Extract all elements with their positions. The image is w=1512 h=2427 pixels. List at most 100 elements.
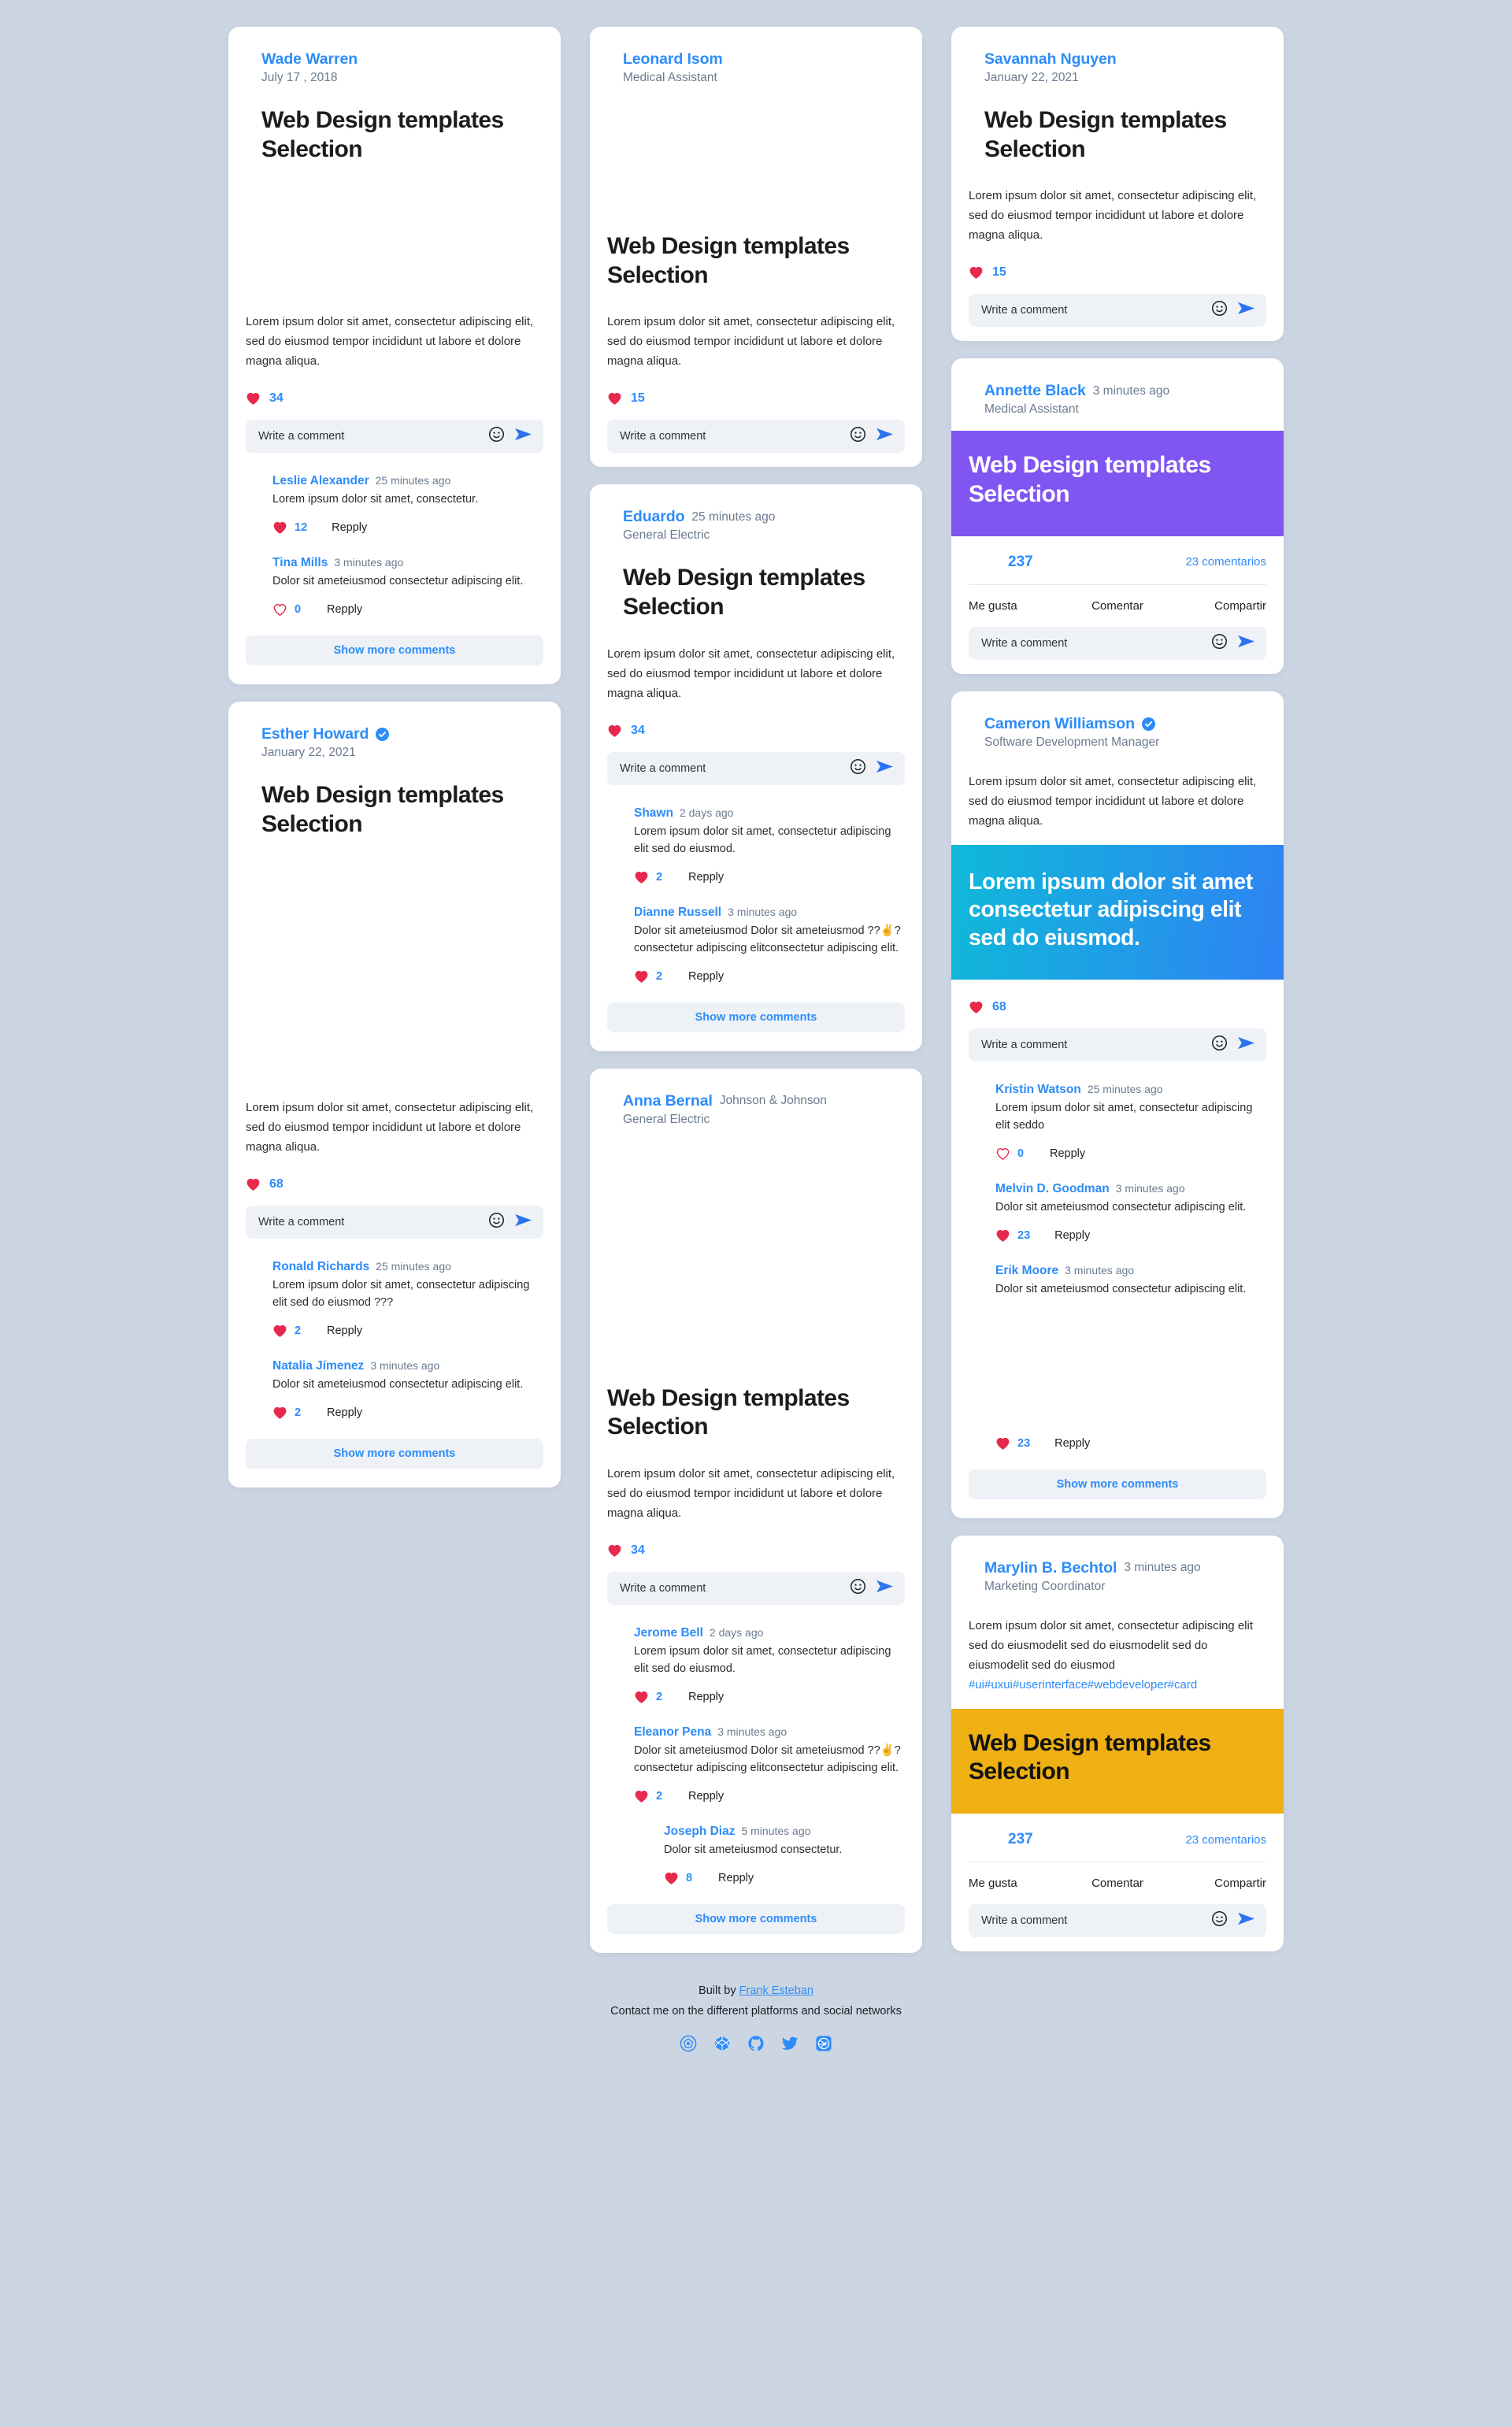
heart-icon[interactable] <box>246 391 261 406</box>
send-icon[interactable] <box>1237 300 1255 321</box>
comment-input[interactable]: Write a comment <box>981 637 1211 650</box>
heart-icon[interactable] <box>634 1690 649 1704</box>
reply-button[interactable]: Repply <box>688 871 724 884</box>
author-link[interactable]: Frank Esteban <box>739 1984 813 1997</box>
reply-button[interactable]: Repply <box>327 603 362 616</box>
comment-author[interactable]: Natalia Jímenez <box>272 1359 364 1373</box>
comment-input[interactable]: Write a comment <box>620 762 850 775</box>
comment-author[interactable]: Eleanor Pena <box>634 1725 711 1740</box>
post-author[interactable]: Esther Howard <box>261 725 369 743</box>
comment-author[interactable]: Dianne Russell <box>634 906 721 920</box>
share-action-button[interactable]: Compartir <box>1167 1877 1266 1890</box>
post-author[interactable]: Anna Bernal <box>623 1092 713 1110</box>
heart-icon[interactable] <box>607 724 622 738</box>
heart-outline-icon[interactable] <box>995 1147 1010 1161</box>
post-author[interactable]: Leonard Isom <box>623 50 723 69</box>
post-author[interactable]: Annette Black <box>984 382 1086 400</box>
send-icon[interactable] <box>876 1578 894 1599</box>
comment-input-box[interactable]: Write a comment <box>969 1904 1266 1938</box>
post-author[interactable]: Eduardo <box>623 508 684 526</box>
emoji-icon[interactable] <box>850 426 876 446</box>
heart-icon[interactable] <box>634 1789 649 1803</box>
heart-icon[interactable] <box>272 521 287 535</box>
comment-author[interactable]: Shawn <box>634 806 673 821</box>
comment-input[interactable]: Write a comment <box>258 430 488 443</box>
heart-icon[interactable] <box>664 1871 679 1885</box>
send-icon[interactable] <box>1237 1910 1255 1931</box>
heart-icon[interactable] <box>634 870 649 884</box>
comment-author[interactable]: Melvin D. Goodman <box>995 1182 1110 1196</box>
heart-icon[interactable] <box>969 265 984 280</box>
send-icon[interactable] <box>1237 1035 1255 1055</box>
emoji-icon[interactable] <box>1211 300 1237 321</box>
heart-outline-icon[interactable] <box>272 602 287 617</box>
send-icon[interactable] <box>876 758 894 779</box>
post-author[interactable]: Marylin B. Bechtol <box>984 1559 1117 1577</box>
send-icon[interactable] <box>514 1212 532 1232</box>
post-hashtags[interactable]: #ui#uxui#userinterface#webdeveloper#card <box>969 1675 1266 1695</box>
comment-input[interactable]: Write a comment <box>981 304 1211 317</box>
sketch-icon[interactable] <box>680 2035 697 2052</box>
reply-button[interactable]: Repply <box>1054 1437 1090 1450</box>
comment-author[interactable]: Erik Moore <box>995 1264 1058 1278</box>
heart-icon[interactable] <box>995 1228 1010 1243</box>
reply-button[interactable]: Repply <box>327 1325 362 1337</box>
comment-author[interactable]: Leslie Alexander <box>272 474 369 488</box>
heart-icon[interactable] <box>272 1406 287 1420</box>
reaction-count[interactable]: 237 <box>969 1831 1033 1848</box>
share-action-button[interactable]: Compartir <box>1167 599 1266 613</box>
show-more-comments-button[interactable]: Show more comments <box>246 635 543 666</box>
heart-icon[interactable] <box>246 1177 261 1191</box>
comment-author[interactable]: Jerome Bell <box>634 1626 703 1640</box>
show-more-comments-button[interactable]: Show more comments <box>246 1438 543 1469</box>
show-more-comments-button[interactable]: Show more comments <box>969 1469 1266 1499</box>
comment-author[interactable]: Joseph Diaz <box>664 1825 735 1839</box>
heart-icon[interactable] <box>995 1436 1010 1451</box>
comment-input-box[interactable]: Write a comment <box>607 420 905 454</box>
heart-icon[interactable] <box>607 391 622 406</box>
like-action-button[interactable]: Me gusta <box>969 1877 1068 1890</box>
reply-button[interactable]: Repply <box>1054 1229 1090 1242</box>
comment-author[interactable]: Kristin Watson <box>995 1083 1081 1097</box>
send-icon[interactable] <box>1237 633 1255 654</box>
comment-input[interactable]: Write a comment <box>620 430 850 443</box>
post-author[interactable]: Savannah Nguyen <box>984 50 1117 69</box>
heart-icon[interactable] <box>969 1000 984 1014</box>
comment-input-box[interactable]: Write a comment <box>969 1028 1266 1062</box>
comment-action-button[interactable]: Comentar <box>1068 1877 1167 1890</box>
reply-button[interactable]: Repply <box>1050 1147 1085 1160</box>
comment-action-button[interactable]: Comentar <box>1068 599 1167 613</box>
reply-button[interactable]: Repply <box>688 970 724 983</box>
reply-button[interactable]: Repply <box>327 1406 362 1419</box>
like-action-button[interactable]: Me gusta <box>969 599 1068 613</box>
twitter-icon[interactable] <box>781 2035 799 2052</box>
show-more-comments-button[interactable]: Show more comments <box>607 1904 905 1935</box>
comment-input-box[interactable]: Write a comment <box>969 294 1266 328</box>
emoji-icon[interactable] <box>1211 1910 1237 1931</box>
comment-author[interactable]: Tina Mills <box>272 556 328 570</box>
codepen-icon[interactable] <box>713 2035 731 2052</box>
dribbble-icon[interactable] <box>815 2035 832 2052</box>
comment-input[interactable]: Write a comment <box>981 1039 1211 1051</box>
comments-count-link[interactable]: 23 comentarios <box>1185 1833 1266 1847</box>
emoji-icon[interactable] <box>488 1212 514 1232</box>
comment-input-box[interactable]: Write a comment <box>969 626 1266 660</box>
comment-input[interactable]: Write a comment <box>981 1914 1211 1927</box>
comment-input[interactable]: Write a comment <box>620 1582 850 1595</box>
reply-button[interactable]: Repply <box>718 1872 754 1884</box>
post-author[interactable]: Wade Warren <box>261 50 358 69</box>
comment-input-box[interactable]: Write a comment <box>246 1205 543 1239</box>
emoji-icon[interactable] <box>1211 1035 1237 1055</box>
send-icon[interactable] <box>514 426 532 446</box>
comment-input-box[interactable]: Write a comment <box>607 751 905 785</box>
github-icon[interactable] <box>747 2035 765 2052</box>
comment-input[interactable]: Write a comment <box>258 1216 488 1228</box>
comment-input-box[interactable]: Write a comment <box>246 420 543 454</box>
reply-button[interactable]: Repply <box>332 521 367 534</box>
reply-button[interactable]: Repply <box>688 1691 724 1703</box>
emoji-icon[interactable] <box>850 758 876 779</box>
comment-author[interactable]: Ronald Richards <box>272 1260 369 1274</box>
emoji-icon[interactable] <box>488 426 514 446</box>
show-more-comments-button[interactable]: Show more comments <box>607 1002 905 1032</box>
emoji-icon[interactable] <box>850 1578 876 1599</box>
